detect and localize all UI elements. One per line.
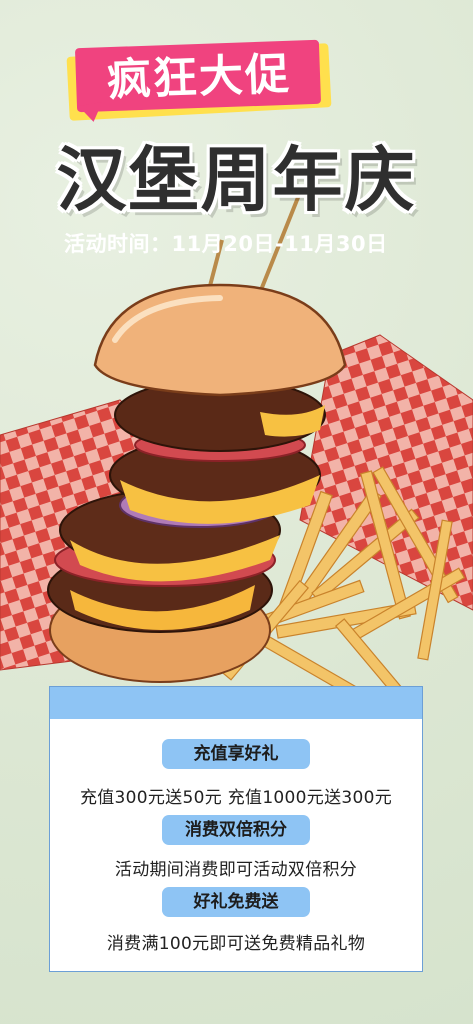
event-date: 活动时间：11月20日-11月30日	[64, 232, 388, 256]
promo-detail-gift: 消费满100元即可送免费精品礼物	[106, 934, 366, 954]
card-header-bar	[50, 687, 422, 719]
promo-title-recharge: 充值享好礼	[162, 739, 310, 769]
promo-detail-points: 活动期间消费即可活动双倍积分	[114, 860, 358, 880]
promo-tag: 疯狂大促	[66, 39, 332, 124]
promo-title-points: 消费双倍积分	[162, 815, 310, 845]
promo-title-gift: 好礼免费送	[162, 887, 310, 917]
promo-detail-recharge: 充值300元送50元 充值1000元送300元	[79, 788, 393, 808]
page-title: 汉堡周年庆	[56, 139, 417, 221]
promo-poster: 疯狂大促 汉堡周年庆 活动时间：11月20日-11月30日 充值享好礼 充值30…	[0, 0, 473, 1024]
tag-text: 疯狂大促	[106, 48, 292, 107]
promotion-card: 充值享好礼 充值300元送50元 充值1000元送300元 消费双倍积分 活动期…	[49, 686, 423, 972]
burger-illustration	[0, 190, 473, 710]
